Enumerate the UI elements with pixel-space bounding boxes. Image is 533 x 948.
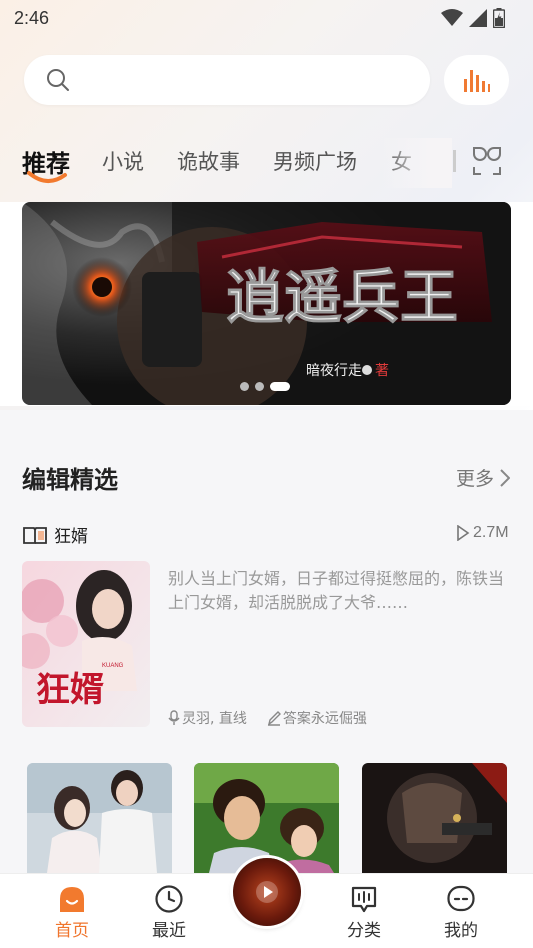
banner-image: 逍遥兵王 暗夜行走 著 bbox=[22, 202, 511, 405]
wifi-icon bbox=[441, 9, 463, 26]
tab-fade bbox=[382, 138, 452, 188]
nav-home-label: 首页 bbox=[55, 921, 89, 941]
featured-book-meta: 灵羽, 直线 答案永远倔强 bbox=[168, 708, 367, 728]
profile-icon bbox=[447, 885, 475, 912]
svg-text:著: 著 bbox=[375, 363, 389, 379]
nav-category-label: 分类 bbox=[347, 921, 381, 941]
category-tabs: 推荐 小说 诡故事 男频广场 女 bbox=[22, 138, 512, 188]
cover-image bbox=[27, 763, 172, 873]
more-link[interactable]: 更多 bbox=[456, 464, 511, 491]
featured-book-title: 狂婿 bbox=[54, 527, 88, 547]
author-name: 答案永远倔强 bbox=[282, 711, 367, 727]
narrator: 灵羽, 直线 bbox=[168, 708, 247, 728]
tab-male-channel[interactable]: 男频广场 bbox=[273, 146, 357, 176]
nav-home[interactable]: 首页 bbox=[42, 884, 102, 941]
ranking-button[interactable] bbox=[444, 55, 509, 105]
svg-text:KUANG: KUANG bbox=[102, 663, 124, 669]
pen-icon bbox=[267, 711, 281, 726]
section-title: 编辑精选 bbox=[22, 466, 118, 494]
nav-category[interactable]: 分类 bbox=[334, 884, 394, 941]
svg-text:狂婿: 狂婿 bbox=[36, 670, 104, 710]
chevron-right-icon bbox=[500, 468, 511, 487]
clock-icon bbox=[155, 885, 183, 913]
nav-profile[interactable]: 我的 bbox=[431, 884, 491, 941]
cover-image: 狂婿 KUANG bbox=[22, 561, 150, 727]
battery-icon bbox=[493, 8, 505, 28]
play-count: 2.7M bbox=[456, 524, 509, 542]
play-count-value: 2.7M bbox=[473, 524, 509, 541]
cover-image bbox=[194, 763, 339, 873]
search-input[interactable] bbox=[80, 71, 400, 89]
tab-strange-stories[interactable]: 诡故事 bbox=[177, 146, 240, 176]
banner-carousel[interactable]: 逍遥兵王 暗夜行走 著 bbox=[22, 202, 511, 405]
featured-book-cover[interactable]: 狂婿 KUANG bbox=[22, 561, 150, 727]
now-playing-disc[interactable] bbox=[233, 858, 301, 926]
signal-icon bbox=[469, 9, 487, 27]
author: 答案永远倔强 bbox=[267, 708, 367, 728]
home-icon bbox=[60, 887, 84, 912]
book-cover[interactable] bbox=[27, 763, 172, 873]
more-label: 更多 bbox=[456, 468, 495, 490]
cover-image bbox=[362, 763, 507, 873]
featured-book-description: 别人当上门女婿，日子都过得挺憋屈的，陈铁当上门女婿，却活脱脱成了大爷…… bbox=[168, 569, 505, 612]
carousel-dot[interactable] bbox=[255, 382, 264, 391]
book-cover[interactable] bbox=[194, 763, 339, 873]
carousel-dot-active[interactable] bbox=[270, 382, 290, 391]
search-bar[interactable] bbox=[24, 55, 430, 105]
nav-profile-label: 我的 bbox=[444, 921, 478, 941]
play-icon bbox=[256, 881, 278, 903]
play-icon bbox=[457, 525, 470, 541]
svg-text:暗夜行走: 暗夜行走 bbox=[306, 363, 362, 379]
microphone-icon bbox=[168, 710, 180, 725]
bar-chart-icon bbox=[463, 70, 490, 92]
carousel-dot[interactable] bbox=[240, 382, 249, 391]
status-bar: 2:46 bbox=[0, 0, 533, 36]
tab-novel[interactable]: 小说 bbox=[102, 146, 144, 176]
banner-title-text: 逍遥兵王 bbox=[226, 263, 458, 331]
status-icons bbox=[441, 8, 505, 28]
tab-divider bbox=[453, 150, 456, 172]
search-icon bbox=[47, 69, 69, 91]
nav-recent-label: 最近 bbox=[152, 921, 186, 941]
featured-book-header[interactable]: 狂婿 bbox=[22, 522, 88, 547]
carousel-indicator bbox=[240, 382, 290, 391]
category-icon bbox=[351, 886, 377, 913]
grid-menu-icon[interactable] bbox=[473, 147, 501, 175]
tab-active-indicator bbox=[27, 171, 67, 183]
status-time: 2:46 bbox=[14, 7, 50, 28]
narrator-name: 灵羽, 直线 bbox=[182, 711, 247, 727]
book-cover[interactable] bbox=[362, 763, 507, 873]
nav-recent[interactable]: 最近 bbox=[139, 884, 199, 941]
book-icon bbox=[23, 526, 47, 544]
